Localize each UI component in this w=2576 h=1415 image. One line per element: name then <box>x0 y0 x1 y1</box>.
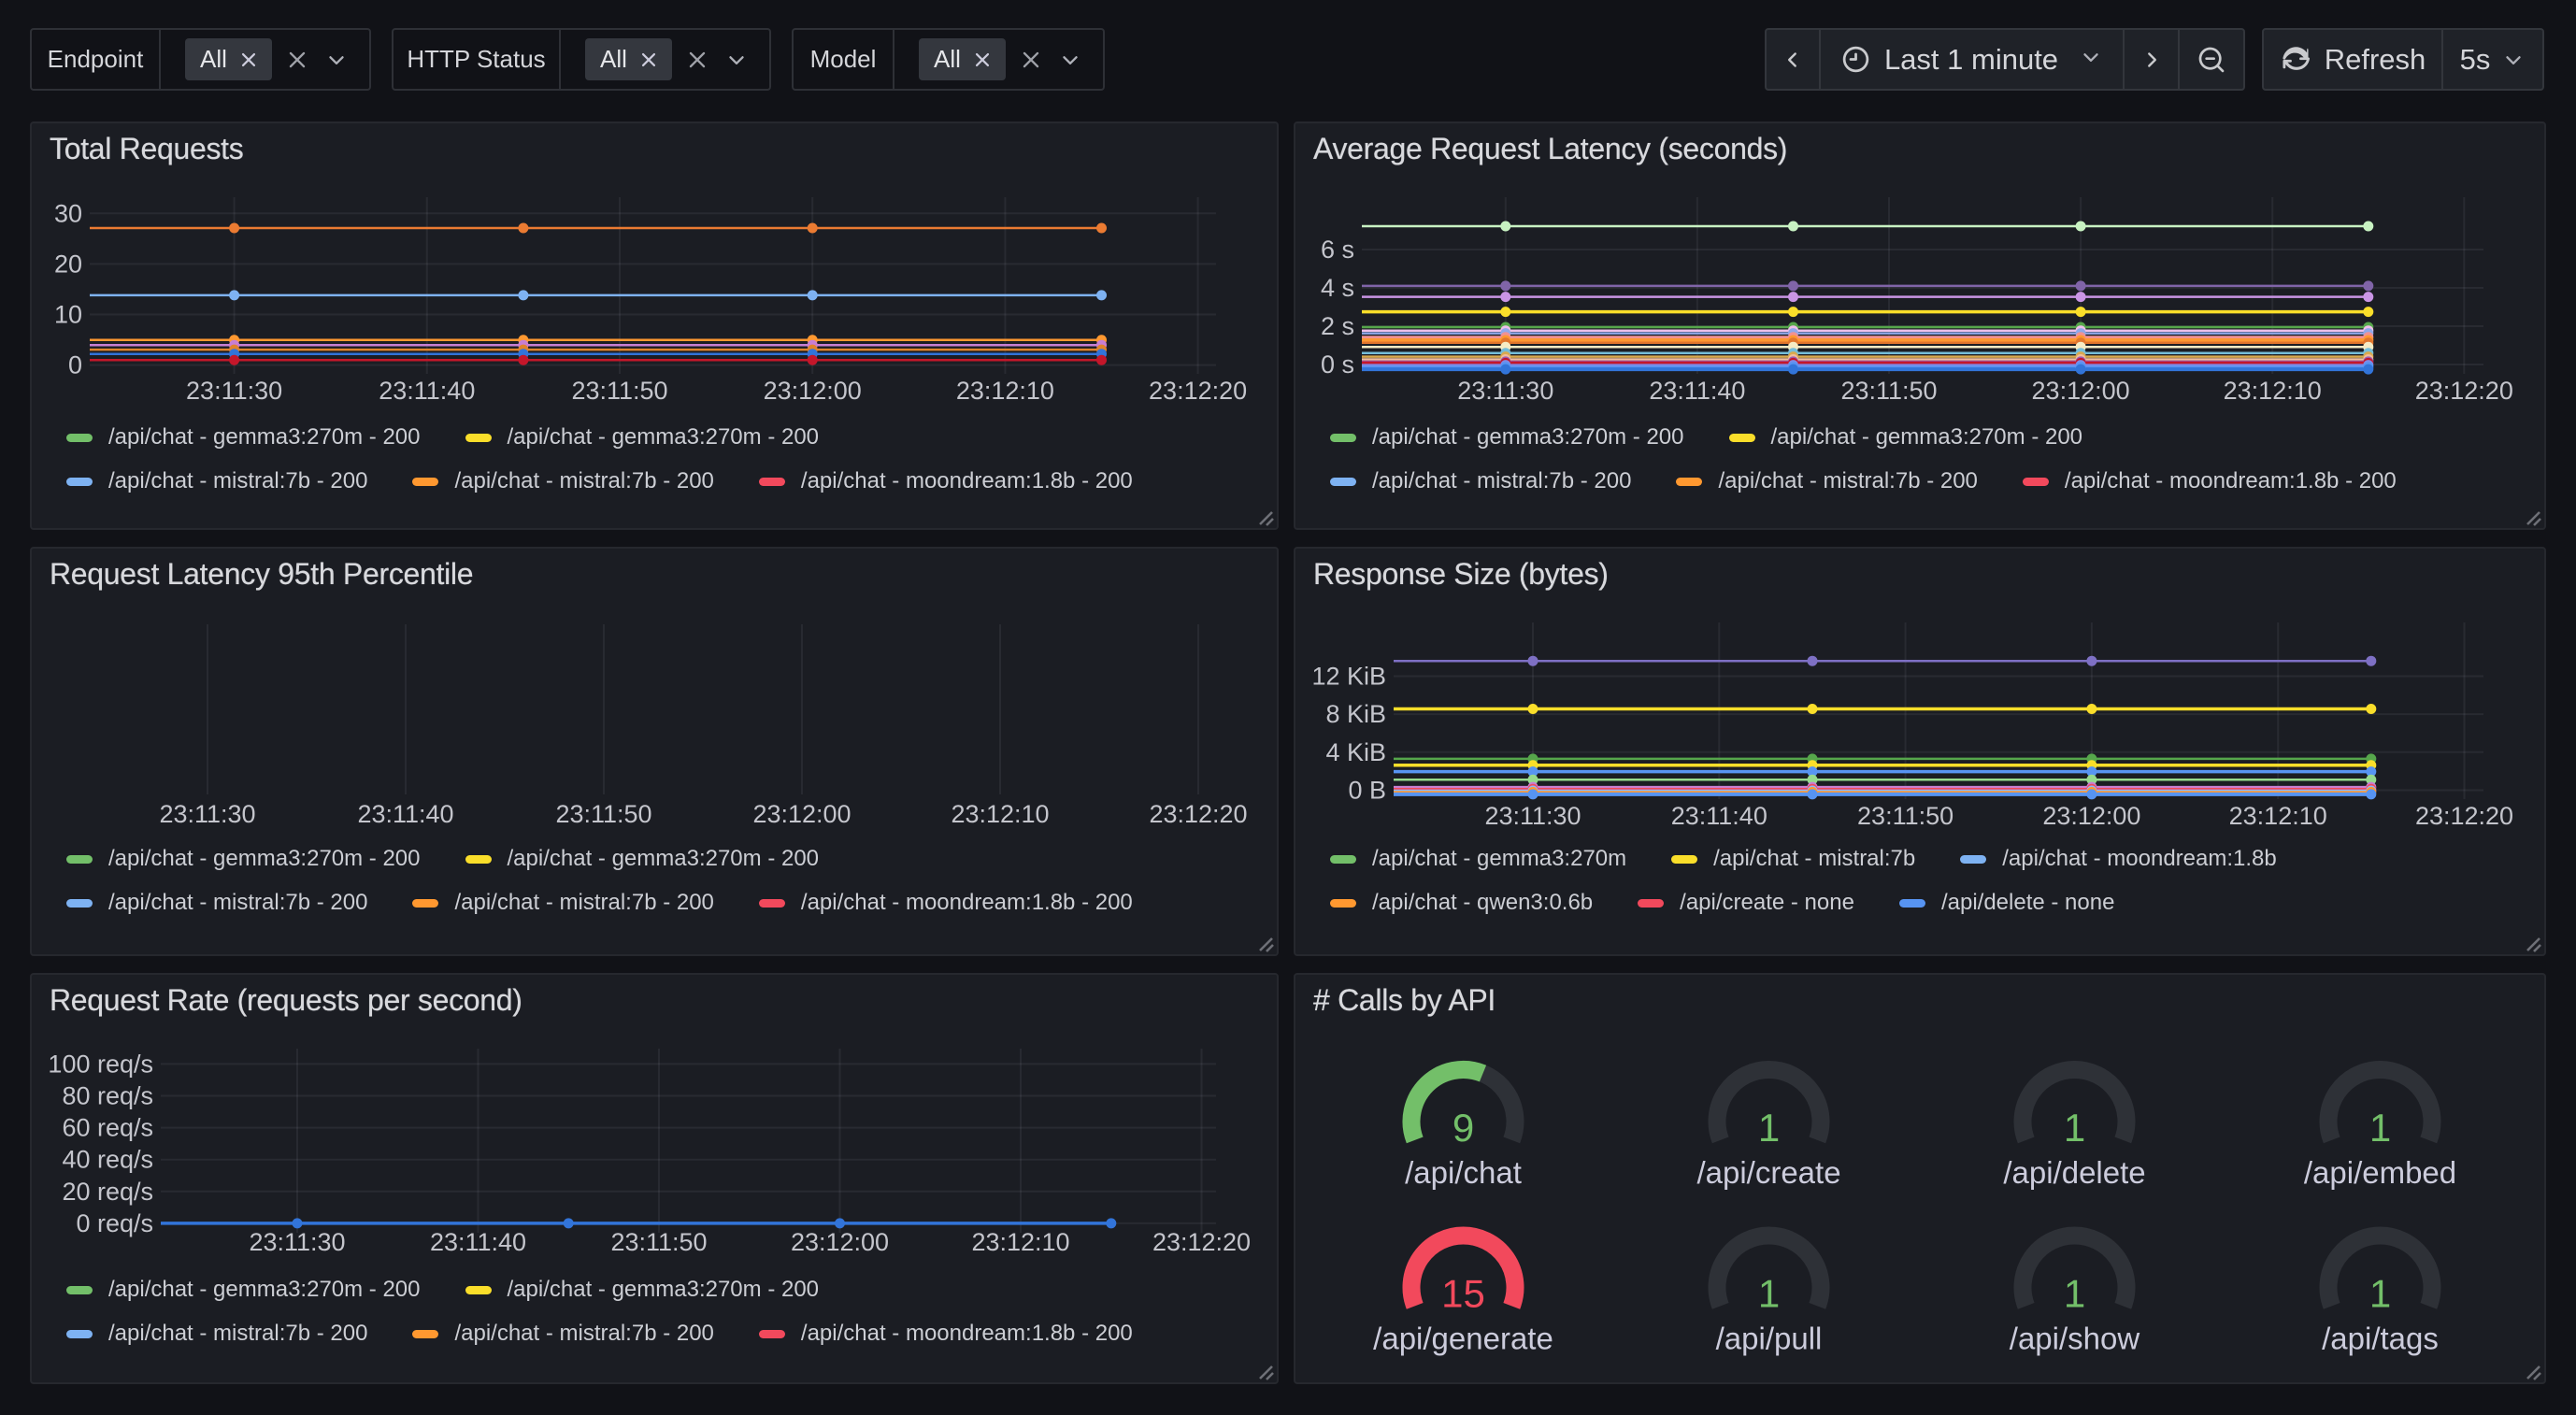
svg-text:0 req/s: 0 req/s <box>76 1209 153 1237</box>
svg-text:4 KiB: 4 KiB <box>1325 738 1386 766</box>
svg-text:23:11:50: 23:11:50 <box>571 377 667 405</box>
svg-text:23:12:10: 23:12:10 <box>956 377 1054 405</box>
svg-text:80 req/s: 80 req/s <box>62 1082 153 1110</box>
svg-text:20: 20 <box>54 250 82 278</box>
svg-text:9: 9 <box>1453 1106 1474 1150</box>
svg-text:23:12:00: 23:12:00 <box>764 377 862 405</box>
svg-text:/api/pull: /api/pull <box>1716 1322 1823 1356</box>
svg-text:23:12:20: 23:12:20 <box>1149 800 1247 828</box>
svg-text:6 s: 6 s <box>1321 236 1354 264</box>
svg-text:/api/delete: /api/delete <box>2003 1155 2145 1190</box>
svg-text:23:11:30: 23:11:30 <box>1484 802 1581 830</box>
svg-text:23:11:50: 23:11:50 <box>1840 377 1937 405</box>
svg-text:23:11:40: 23:11:40 <box>1649 377 1745 405</box>
svg-text:/api/show: /api/show <box>2010 1322 2140 1356</box>
svg-text:23:12:10: 23:12:10 <box>2224 377 2322 405</box>
svg-text:23:11:30: 23:11:30 <box>249 1228 345 1256</box>
svg-text:0 s: 0 s <box>1321 350 1354 379</box>
svg-text:23:11:40: 23:11:40 <box>357 800 453 828</box>
svg-text:0: 0 <box>68 351 82 379</box>
svg-text:23:11:50: 23:11:50 <box>1857 802 1953 830</box>
svg-text:1: 1 <box>2369 1106 2391 1150</box>
svg-text:/api/generate: /api/generate <box>1373 1322 1553 1356</box>
svg-text:23:11:40: 23:11:40 <box>430 1228 526 1256</box>
svg-text:12 KiB: 12 KiB <box>1311 663 1386 691</box>
svg-text:20 req/s: 20 req/s <box>62 1178 153 1206</box>
svg-text:15: 15 <box>1441 1272 1485 1316</box>
svg-text:23:12:10: 23:12:10 <box>2229 802 2327 830</box>
svg-text:/api/create: /api/create <box>1696 1155 1840 1190</box>
svg-text:23:12:20: 23:12:20 <box>2415 377 2513 405</box>
svg-text:8 KiB: 8 KiB <box>1325 700 1386 728</box>
svg-text:1: 1 <box>2064 1106 2085 1150</box>
svg-text:23:12:20: 23:12:20 <box>2415 802 2513 830</box>
svg-text:23:11:30: 23:11:30 <box>1457 377 1553 405</box>
svg-text:23:12:00: 23:12:00 <box>2042 802 2140 830</box>
svg-text:1: 1 <box>1758 1272 1780 1316</box>
svg-text:23:11:30: 23:11:30 <box>159 800 255 828</box>
svg-text:1: 1 <box>2369 1272 2391 1316</box>
svg-text:23:12:10: 23:12:10 <box>951 800 1049 828</box>
svg-text:23:12:00: 23:12:00 <box>752 800 851 828</box>
svg-text:/api/tags: /api/tags <box>2322 1322 2439 1356</box>
svg-text:2 s: 2 s <box>1321 312 1354 340</box>
svg-text:/api/embed: /api/embed <box>2304 1155 2456 1190</box>
svg-text:40 req/s: 40 req/s <box>62 1146 153 1174</box>
svg-text:0 B: 0 B <box>1348 777 1386 805</box>
svg-text:23:12:00: 23:12:00 <box>791 1228 889 1256</box>
svg-text:1: 1 <box>1758 1106 1780 1150</box>
svg-text:/api/chat: /api/chat <box>1405 1155 1522 1190</box>
svg-text:23:12:20: 23:12:20 <box>1152 1228 1251 1256</box>
svg-text:30: 30 <box>54 199 82 227</box>
svg-text:23:11:50: 23:11:50 <box>555 800 651 828</box>
svg-text:60 req/s: 60 req/s <box>62 1114 153 1142</box>
svg-text:23:11:30: 23:11:30 <box>186 377 282 405</box>
svg-text:23:12:10: 23:12:10 <box>971 1228 1069 1256</box>
svg-text:23:11:40: 23:11:40 <box>1671 802 1767 830</box>
svg-text:10: 10 <box>54 301 82 329</box>
svg-text:23:12:00: 23:12:00 <box>2032 377 2130 405</box>
svg-text:23:12:20: 23:12:20 <box>1149 377 1247 405</box>
svg-text:1: 1 <box>2064 1272 2085 1316</box>
svg-text:23:11:40: 23:11:40 <box>379 377 475 405</box>
svg-text:4 s: 4 s <box>1321 274 1354 302</box>
svg-text:100 req/s: 100 req/s <box>48 1050 153 1078</box>
svg-text:23:11:50: 23:11:50 <box>610 1228 707 1256</box>
